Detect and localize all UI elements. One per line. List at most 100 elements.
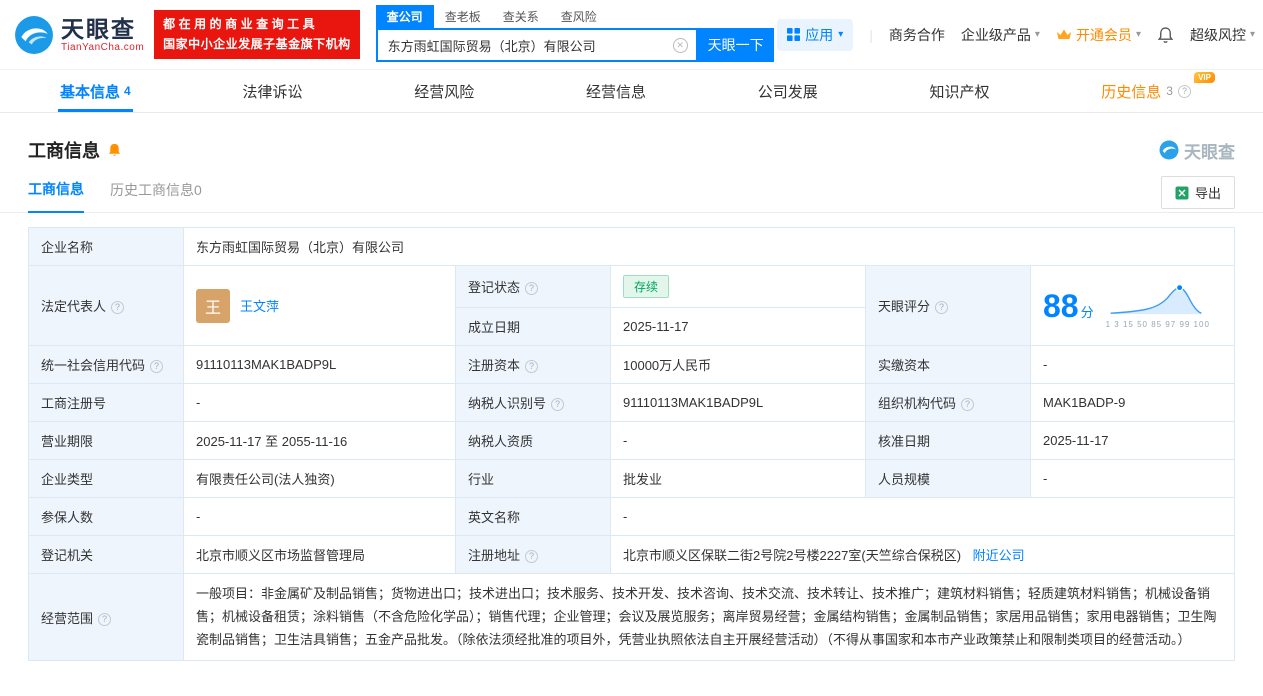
cell-label: 经营范围 [41, 611, 93, 626]
subtab-business-info[interactable]: 工商信息 [28, 179, 84, 213]
nav-open-vip[interactable]: 开通会员 ▾ [1056, 25, 1141, 45]
search-input[interactable] [378, 30, 696, 60]
help-icon[interactable]: ? [150, 360, 163, 373]
search-tab-company[interactable]: 查公司 [376, 5, 434, 28]
tab-history-info[interactable]: 历史信息 3 ? VIP [1099, 70, 1201, 112]
company-type-value: 有限责任公司(法人独资) [184, 460, 456, 498]
reg-address-value: 北京市顺义区保联二街2号院2号楼2227室(天竺综合保税区) 附近公司 [611, 536, 1235, 574]
monitor-bell-icon[interactable] [107, 142, 122, 158]
help-icon[interactable]: ? [525, 282, 538, 295]
search-tab-risk[interactable]: 查风险 [550, 5, 608, 28]
help-icon[interactable]: ? [961, 398, 974, 411]
nav-cooperation[interactable]: 商务合作 [889, 25, 945, 45]
org-code-label: 组织机构代码? [866, 384, 1031, 422]
watermark-logo: 天眼查 [1159, 138, 1235, 163]
score-cell: 88分 1 3 15 50 85 97 99 100 [1031, 266, 1235, 346]
cell-value: 批发业 [623, 472, 662, 487]
nav-enterprise-products[interactable]: 企业级产品 ▾ [961, 25, 1040, 45]
help-icon[interactable]: ? [98, 613, 111, 626]
approval-date-value: 2025-11-17 [1031, 422, 1235, 460]
cell-value: 东方雨虹国际贸易（北京）有限公司 [196, 240, 404, 255]
business-scope-label: 经营范围? [29, 574, 184, 661]
tab-operating-risk[interactable]: 经营风险 [412, 70, 476, 112]
notification-bell-button[interactable] [1157, 26, 1174, 44]
help-icon[interactable]: ? [525, 360, 538, 373]
reg-status-label: 登记状态? [456, 266, 611, 308]
legal-rep-link[interactable]: 王文萍 [240, 296, 279, 315]
industry-label: 行业 [456, 460, 611, 498]
chevron-down-icon: ▾ [1035, 29, 1040, 40]
reg-authority-value: 北京市顺义区市场监督管理局 [184, 536, 456, 574]
nearby-companies-link[interactable]: 附近公司 [973, 548, 1025, 563]
help-icon[interactable]: ? [551, 398, 564, 411]
brand-name: 天眼查 [61, 16, 144, 42]
help-icon[interactable]: ? [935, 301, 948, 314]
paid-capital-value: - [1031, 346, 1235, 384]
subtab-history-business-info[interactable]: 历史工商信息0 [110, 180, 202, 212]
approval-date-label: 核准日期 [866, 422, 1031, 460]
tab-legal-proceedings[interactable]: 法律诉讼 [240, 70, 304, 112]
table-row: 统一社会信用代码? 91110113MAK1BADP9L 注册资本? 10000… [29, 346, 1235, 384]
table-row: 企业类型 有限责任公司(法人独资) 行业 批发业 人员规模 - [29, 460, 1235, 498]
score-value: 88分 [1043, 290, 1094, 322]
tianyancha-logo-icon [1159, 140, 1179, 160]
export-label: 导出 [1195, 183, 1221, 202]
search-button[interactable]: 天眼一下 [698, 28, 774, 62]
tab-intellectual-property[interactable]: 知识产权 [928, 70, 992, 112]
company-name-value: 东方雨虹国际贸易（北京）有限公司 [184, 228, 1235, 266]
cell-value: - [196, 509, 200, 524]
tab-count: 3 [1166, 84, 1173, 98]
cell-value: MAK1BADP-9 [1043, 395, 1125, 410]
tab-count: 4 [124, 84, 131, 98]
tab-label: 知识产权 [930, 81, 990, 102]
cell-value: 北京市顺义区保联二街2号院2号楼2227室(天竺综合保税区) [623, 548, 961, 563]
clear-icon[interactable]: ✕ [673, 38, 688, 53]
tianyancha-logo[interactable]: 天眼查 TianYanCha.com [14, 15, 144, 55]
company-name-label: 企业名称 [29, 228, 184, 266]
company-nav-tabs: 基本信息 4 法律诉讼 经营风险 经营信息 公司发展 知识产权 历史信息 3 ?… [0, 70, 1263, 113]
table-row: 参保人数 - 英文名称 - [29, 498, 1235, 536]
reg-status-value: 存续 [611, 266, 866, 308]
export-button[interactable]: 导出 [1161, 176, 1235, 209]
company-type-label: 企业类型 [29, 460, 184, 498]
tab-label: 基本信息 [60, 81, 120, 102]
legal-rep-avatar[interactable]: 王 [196, 289, 230, 323]
search-tab-relation[interactable]: 查关系 [492, 5, 550, 28]
cell-label: 注册资本 [468, 358, 520, 373]
reg-authority-label: 登记机关 [29, 536, 184, 574]
help-icon[interactable]: ? [525, 550, 538, 563]
nav-super-risk[interactable]: 超级风控 ▾ [1190, 25, 1255, 45]
top-nav: 应用 ▾ | 商务合作 企业级产品 ▾ 开通会员 ▾ 超级风控 ▾ [777, 19, 1255, 51]
tianyancha-logo-icon [14, 15, 54, 55]
cell-value: 91110113MAK1BADP9L [196, 357, 336, 372]
tab-basic-info[interactable]: 基本信息 4 [58, 70, 133, 112]
reg-address-label: 注册地址? [456, 536, 611, 574]
search-tab-boss[interactable]: 查老板 [434, 5, 492, 28]
cell-label: 工商注册号 [41, 396, 106, 411]
apps-label: 应用 [805, 25, 833, 45]
taxpayer-quality-label: 纳税人资质 [456, 422, 611, 460]
help-icon[interactable]: ? [111, 301, 124, 314]
slogan-line1: 都在用的商业查询工具 [163, 15, 351, 34]
table-row: 经营范围? 一般项目：非金属矿及制品销售；货物进出口；技术进出口；技术服务、技术… [29, 574, 1235, 661]
cell-label: 成立日期 [468, 320, 520, 335]
help-icon[interactable]: ? [1178, 85, 1191, 98]
grid-icon [787, 28, 800, 41]
cell-label: 注册地址 [468, 548, 520, 563]
tab-operating-info[interactable]: 经营信息 [584, 70, 648, 112]
apps-menu-button[interactable]: 应用 ▾ [777, 19, 853, 51]
reg-number-value: - [184, 384, 456, 422]
table-row: 工商注册号 - 纳税人识别号? 91110113MAK1BADP9L 组织机构代… [29, 384, 1235, 422]
bell-icon [107, 142, 122, 158]
cell-label: 纳税人资质 [468, 434, 533, 449]
cell-value: 2025-11-17 [623, 319, 689, 334]
cell-label: 企业名称 [41, 240, 93, 255]
reg-capital-label: 注册资本? [456, 346, 611, 384]
business-info-table: 企业名称 东方雨虹国际贸易（北京）有限公司 法定代表人? 王 王文萍 登记状态?… [28, 227, 1235, 661]
cell-label: 组织机构代码 [878, 396, 956, 411]
business-term-value: 2025-11-17 至 2055-11-16 [184, 422, 456, 460]
cell-value: 一般项目：非金属矿及制品销售；货物进出口；技术进出口；技术服务、技术开发、技术咨… [196, 586, 1217, 647]
cell-value: 有限责任公司(法人独资) [196, 472, 335, 487]
cell-value: - [1043, 471, 1047, 486]
tab-company-development[interactable]: 公司发展 [756, 70, 820, 112]
